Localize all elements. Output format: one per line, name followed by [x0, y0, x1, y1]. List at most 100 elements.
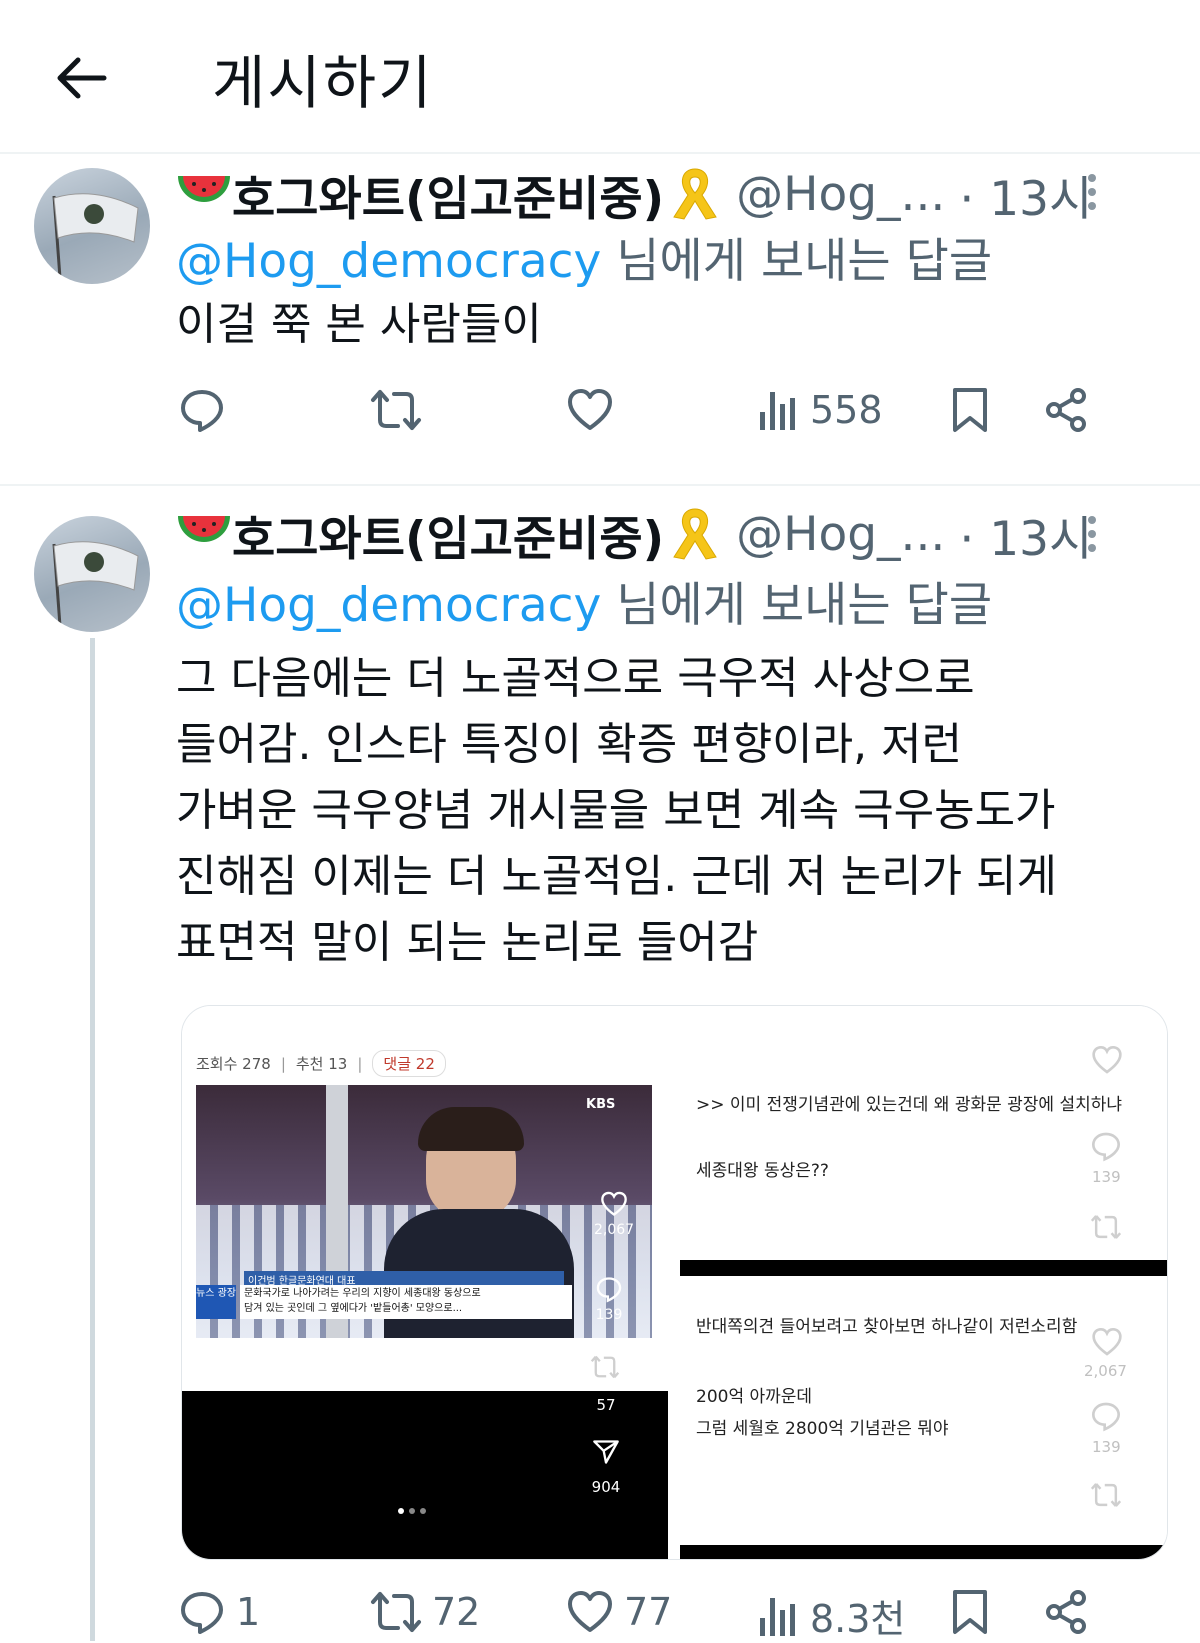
- retweet-icon: [371, 390, 421, 430]
- caption-line-2: 담겨 있는 곳인데 그 옆에다가 '밭들어총' 모양으로...: [244, 1303, 463, 1314]
- heart-outline-icon: [601, 1191, 627, 1216]
- more-options-icon[interactable]: [1082, 514, 1102, 561]
- media-image-2[interactable]: >> 이미 전쟁기념관에 있는건데 왜 광화문 광장에 설치하냐 세종대왕 동상…: [680, 1006, 1167, 1276]
- comment-outline-icon: [1090, 1130, 1122, 1166]
- flag-photo-icon: [52, 193, 139, 279]
- send-icon: [588, 1438, 624, 1470]
- tweet-header: 호그와트(임고준비중) @Hog_... · 13시: [176, 500, 1092, 569]
- like-button[interactable]: 77: [566, 1588, 672, 1636]
- video-like: 2,067: [594, 1190, 634, 1238]
- view-count: 8.3천: [810, 1597, 906, 1641]
- avatar[interactable]: [34, 168, 150, 284]
- divider: [0, 484, 1200, 486]
- like-count: 2,067: [1084, 1362, 1127, 1380]
- heart-outline-icon: [1090, 1326, 1124, 1362]
- video-share-count: 904: [591, 1478, 621, 1496]
- retweet-button[interactable]: [370, 386, 432, 434]
- heart-icon: [568, 1591, 612, 1632]
- flag-photo-icon: [52, 541, 139, 627]
- media-grid[interactable]: 조회수 278 | 추천 13 | 댓글 22 KBS 이건범 한글문화연대 대…: [181, 1005, 1168, 1560]
- comment-line: 200억 아까운데: [696, 1387, 813, 1407]
- video-comment: 139: [594, 1275, 624, 1323]
- analytics-icon: [760, 1597, 795, 1636]
- tweet-header: 호그와트(임고준비중) @Hog_... · 13시: [176, 160, 1092, 229]
- avatar[interactable]: [34, 516, 150, 632]
- news-tag: 뉴스 광장: [196, 1285, 236, 1319]
- video-black-area: [182, 1391, 668, 1559]
- carousel-dots: [398, 1508, 426, 1514]
- timestamp[interactable]: · 13시: [959, 500, 1092, 569]
- reply-icon: [181, 390, 223, 432]
- meta-recommend: 추천 13: [295, 1055, 348, 1073]
- meta-views: 조회수 278: [196, 1055, 271, 1073]
- video-repost-count: 57: [596, 1396, 616, 1414]
- watermelon-icon: [176, 510, 232, 560]
- reply-label: 님에게 보내는 답글: [601, 234, 993, 289]
- caption-line-1: 문화국가로 나아가려는 우리의 지향이 세종대왕 동상으로: [244, 1288, 481, 1299]
- comment-line: 그럼 세월호 2800억 기념관은 뭐야: [696, 1419, 949, 1439]
- timestamp[interactable]: · 13시: [959, 160, 1092, 229]
- comment-count: 139: [1092, 1168, 1121, 1186]
- bookmark-button[interactable]: [950, 386, 990, 434]
- news-video-frame[interactable]: KBS 이건범 한글문화연대 대표 뉴스 광장 문화국가로 나아가려는 우리의 …: [196, 1085, 652, 1338]
- display-name[interactable]: 호그와트(임고준비중): [232, 500, 664, 569]
- video-repost: [590, 1352, 620, 1386]
- reply-button[interactable]: 1: [178, 1588, 260, 1636]
- retweet-button[interactable]: 72: [370, 1588, 480, 1636]
- share-icon: [1046, 1590, 1086, 1634]
- reply-context: @Hog_democracy 님에게 보내는 답글: [176, 566, 992, 635]
- watermelon-icon: [176, 170, 232, 220]
- comment-line: 세종대왕 동상은??: [696, 1161, 829, 1181]
- comment-outline-icon: [1090, 1400, 1122, 1436]
- views-button[interactable]: 8.3천: [756, 1588, 905, 1643]
- share-button[interactable]: [1042, 1588, 1090, 1636]
- bookmark-button[interactable]: [950, 1588, 990, 1636]
- comment-line: 반대쪽의견 들어보려고 찾아보면 하나같이 저런소리함: [696, 1317, 1078, 1337]
- meta-comments: 댓글 22: [372, 1050, 446, 1077]
- bookmark-icon: [953, 1590, 987, 1634]
- reply-icon: [181, 1592, 223, 1634]
- repost-outline-icon: [590, 1355, 620, 1379]
- person-hair: [418, 1107, 524, 1151]
- tweet-text: 이걸 쭉 본 사람들이: [176, 299, 542, 350]
- yellow-ribbon-icon: [668, 165, 722, 225]
- repost-outline-icon: [1090, 1212, 1122, 1246]
- thread-line: [90, 638, 95, 1641]
- comment-count: 139: [1092, 1438, 1121, 1456]
- page-title: 게시하기: [212, 49, 434, 117]
- bookmark-icon: [953, 388, 987, 432]
- back-arrow-icon[interactable]: [52, 48, 112, 108]
- heart-icon: [568, 389, 612, 430]
- reply-count: 1: [236, 1590, 261, 1634]
- yellow-ribbon-icon: [668, 505, 722, 565]
- share-icon: [1046, 388, 1086, 432]
- comment-outline-icon: [596, 1277, 622, 1303]
- reply-label: 님에게 보내는 답글: [601, 578, 993, 633]
- like-count: 77: [624, 1590, 673, 1634]
- more-options-icon[interactable]: [1082, 172, 1102, 219]
- video-comment-count: 139: [595, 1307, 623, 1323]
- repost-outline-icon: [1090, 1480, 1122, 1514]
- media-image-1[interactable]: 조회수 278 | 추천 13 | 댓글 22 KBS 이건범 한글문화연대 대…: [182, 1006, 668, 1559]
- tweet-text: 그 다음에는 더 노골적으로 극우적 사상으로 들어감. 인스타 특징이 확증 …: [176, 653, 1058, 968]
- lower-third-caption: 문화국가로 나아가려는 우리의 지향이 세종대왕 동상으로 담겨 있는 곳인데 …: [240, 1285, 572, 1319]
- handle[interactable]: @Hog_...: [736, 167, 945, 222]
- views-button[interactable]: 558: [756, 386, 883, 434]
- share-button[interactable]: [1042, 386, 1090, 434]
- media-image-3[interactable]: 반대쪽의견 들어보려고 찾아보면 하나같이 저런소리함 200억 아까운데 그럼…: [680, 1288, 1167, 1559]
- reply-context: @Hog_democracy 님에게 보내는 답글: [176, 222, 992, 291]
- display-name[interactable]: 호그와트(임고준비중): [232, 160, 664, 229]
- retweet-count: 72: [432, 1590, 481, 1634]
- video-like-count: 2,067: [594, 1222, 635, 1238]
- post-meta: 조회수 278 | 추천 13 | 댓글 22: [196, 1050, 446, 1077]
- reply-button[interactable]: [178, 386, 236, 434]
- like-button[interactable]: [566, 386, 624, 434]
- comment-line: >> 이미 전쟁기념관에 있는건데 왜 광화문 광장에 설치하냐: [696, 1095, 1123, 1115]
- panel-bottom-bar: [680, 1260, 1167, 1276]
- heart-outline-icon: [1090, 1044, 1124, 1080]
- handle[interactable]: @Hog_...: [736, 507, 945, 562]
- analytics-icon: [760, 392, 795, 430]
- retweet-icon: [371, 1592, 421, 1632]
- reply-mention-link[interactable]: @Hog_democracy: [176, 578, 601, 633]
- reply-mention-link[interactable]: @Hog_democracy: [176, 234, 601, 289]
